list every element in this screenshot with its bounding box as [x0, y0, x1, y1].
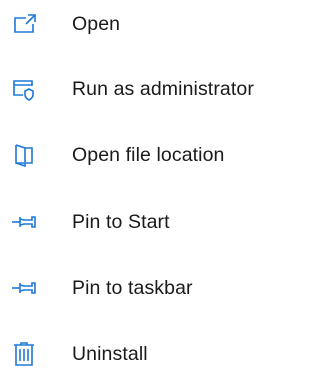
menu-item-label: Open [72, 13, 121, 35]
menu-item-label: Uninstall [72, 343, 148, 365]
shield-icon [10, 75, 38, 103]
menu-item-label: Run as administrator [72, 78, 254, 100]
menu-item-label: Pin to Start [72, 211, 170, 233]
menu-item-pin-to-start[interactable]: Pin to Start [0, 198, 330, 246]
pin-icon [10, 208, 38, 236]
menu-item-label: Open file location [72, 144, 225, 166]
trash-icon [10, 340, 38, 368]
open-icon [10, 10, 38, 38]
folder-location-icon [10, 141, 38, 169]
menu-item-open-file-location[interactable]: Open file location [0, 131, 330, 179]
menu-item-pin-to-taskbar[interactable]: Pin to taskbar [0, 264, 330, 312]
context-menu: Open Run as administrator Open file loca… [0, 0, 330, 378]
menu-item-uninstall[interactable]: Uninstall [0, 330, 330, 378]
menu-item-run-as-administrator[interactable]: Run as administrator [0, 65, 330, 113]
menu-item-label: Pin to taskbar [72, 277, 193, 299]
pin-icon [10, 274, 38, 302]
menu-item-open[interactable]: Open [0, 0, 330, 48]
